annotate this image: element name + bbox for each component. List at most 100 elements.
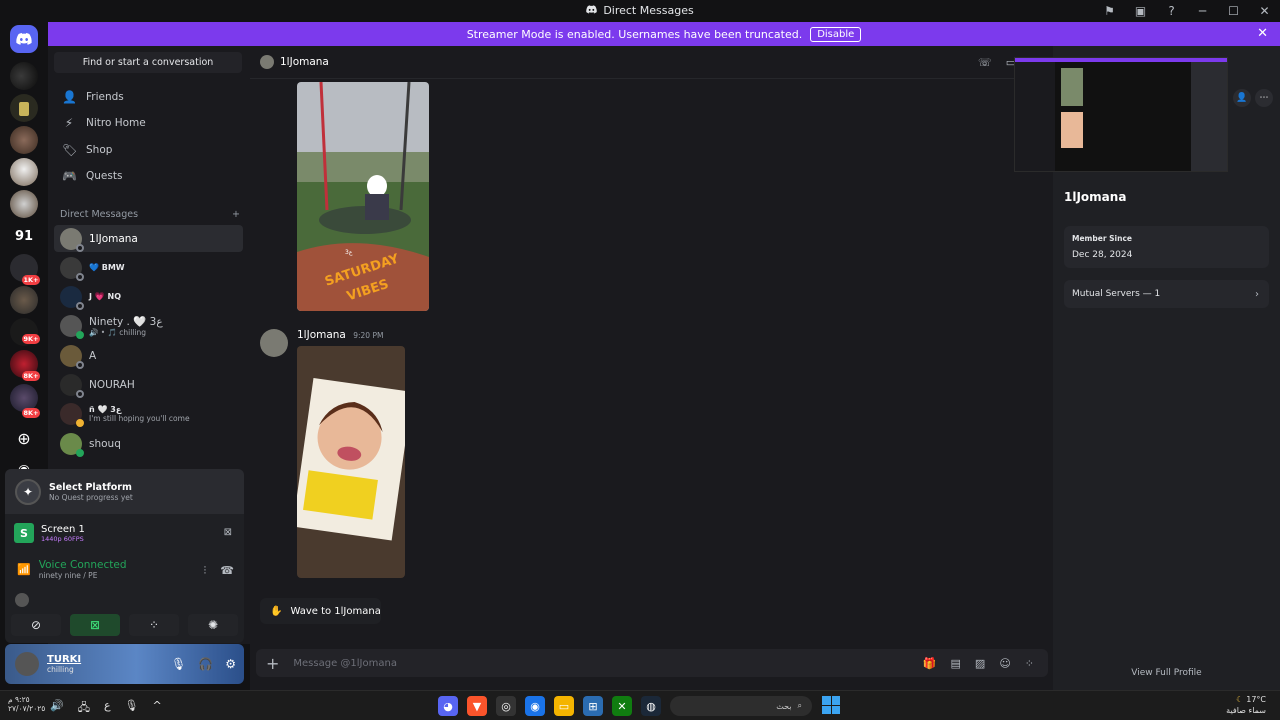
shop-icon: 🏷 xyxy=(62,143,78,157)
create-dm-icon[interactable]: + xyxy=(232,209,240,220)
inbox-icon[interactable]: ▣ xyxy=(1125,4,1156,18)
sticker-icon[interactable]: ▨ xyxy=(975,657,985,670)
windows-start-icon[interactable] xyxy=(822,696,840,714)
discord-taskbar-icon[interactable]: ◕ xyxy=(438,696,458,716)
server-icon[interactable] xyxy=(10,94,38,122)
flag-icon[interactable]: ⚑ xyxy=(1094,4,1125,18)
help-icon[interactable]: ? xyxy=(1156,4,1187,18)
clock-time: ٩:٢٥ م xyxy=(8,695,30,704)
settings-gear-icon[interactable]: ⚙ xyxy=(225,657,236,671)
store-taskbar-icon[interactable]: ⊞ xyxy=(583,696,603,716)
emoji-icon[interactable]: ☺ xyxy=(999,657,1010,670)
server-icon[interactable] xyxy=(10,286,38,314)
avatar[interactable] xyxy=(260,329,288,357)
message-timestamp: 9:20 PM xyxy=(353,331,384,340)
maximize-icon[interactable]: ☐ xyxy=(1218,4,1249,18)
dm-item[interactable]: A xyxy=(54,342,243,369)
disable-button[interactable]: Disable xyxy=(810,26,862,42)
headphones-icon[interactable]: 🎧 xyxy=(198,657,213,671)
minimize-icon[interactable]: ─ xyxy=(1187,4,1218,18)
server-icon[interactable] xyxy=(10,62,38,90)
server-icon-91[interactable]: 91 xyxy=(10,222,38,250)
swing-photo: SATURDAY VIBES ع3 xyxy=(297,82,429,311)
close-banner-icon[interactable]: ✕ xyxy=(1257,26,1268,41)
server-icon[interactable] xyxy=(10,190,38,218)
brave-taskbar-icon[interactable]: ▼ xyxy=(467,696,487,716)
dm-activity: I'm still hoping you'll come xyxy=(89,413,190,423)
status-online-icon xyxy=(76,448,84,457)
dm-item[interactable]: J 💗 NQ xyxy=(54,283,243,310)
stream-preview[interactable]: S Screen 1 1440p 60FPS xyxy=(14,523,85,543)
image-attachment[interactable]: SATURDAY VIBES ع3 xyxy=(297,82,429,311)
dm-item[interactable]: 💙 BMW xyxy=(54,254,243,281)
profile-name: 1lJomana xyxy=(1064,190,1127,204)
avatar xyxy=(60,432,84,457)
app-taskbar-icon[interactable]: ◎ xyxy=(496,696,516,716)
add-server-icon[interactable]: ⊕ xyxy=(10,424,38,452)
weather-widget[interactable]: ☾ 17°C سماء صافية xyxy=(1226,694,1266,716)
dm-item[interactable]: Ninety . 🤍 ع3 🔊 • 🎵 chilling xyxy=(54,312,243,339)
microphone-icon[interactable]: 🎙 xyxy=(171,657,186,671)
window-title: Direct Messages xyxy=(603,4,694,17)
file-explorer-icon[interactable]: ▭ xyxy=(554,696,574,716)
message-author[interactable]: 1lJomana xyxy=(297,329,346,341)
image-attachment[interactable] xyxy=(297,346,405,578)
status-offline-icon xyxy=(76,360,84,369)
nav-quests[interactable]: 🎮 Quests xyxy=(54,164,242,188)
nav-label: Shop xyxy=(86,144,113,156)
dm-activity: 🔊 • 🎵 chilling xyxy=(89,327,146,337)
volume-icon[interactable]: 🔊 xyxy=(50,699,64,718)
home-button[interactable] xyxy=(10,25,38,53)
voice-call-icon[interactable]: ☏ xyxy=(978,56,992,69)
xbox-taskbar-icon[interactable]: ✕ xyxy=(612,696,632,716)
nav-label: Nitro Home xyxy=(86,117,146,129)
stream-preview-thumbnail[interactable] xyxy=(1014,57,1228,172)
weather-temp: 17°C xyxy=(1246,695,1266,704)
avatar[interactable] xyxy=(15,652,39,676)
attach-plus-icon[interactable]: + xyxy=(266,654,279,673)
taskbar-search[interactable]: بحث ⌕ xyxy=(670,696,812,716)
activities-button[interactable]: ⁘ xyxy=(129,614,179,636)
voice-channel: ninety nine / PE xyxy=(38,571,98,580)
voice-status[interactable]: 📶 Voice Connected ninety nine / PE xyxy=(17,559,127,580)
server-icon[interactable] xyxy=(10,126,38,154)
apps-icon[interactable]: ⁘ xyxy=(1025,657,1034,670)
nav-friends[interactable]: 👤 Friends xyxy=(54,85,242,109)
dm-item[interactable]: shouq xyxy=(54,430,243,457)
clock[interactable]: ٩:٢٥ م ٢٧/٠٧/٢٠٢٥ xyxy=(8,695,45,713)
stream-title: Screen 1 xyxy=(41,523,85,535)
chrome-taskbar-icon[interactable]: ◉ xyxy=(525,696,545,716)
username: TURKI xyxy=(47,654,82,665)
message-input[interactable]: Message @1lJomana xyxy=(293,658,397,669)
stop-stream-icon[interactable]: ⊠ xyxy=(224,527,232,538)
dm-item[interactable]: ñ 🤍 ع3 I'm still hoping you'll come xyxy=(54,400,243,427)
nav-nitro-home[interactable]: ⚡ Nitro Home xyxy=(54,111,242,135)
gift-icon[interactable]: 🎁 xyxy=(923,657,937,670)
clock-date: ٢٧/٠٧/٢٠٢٥ xyxy=(8,704,46,713)
microphone-tray-icon[interactable]: 🎙 xyxy=(125,699,139,718)
server-icon[interactable] xyxy=(10,158,38,186)
mutual-servers-button[interactable]: Mutual Servers — 1 › xyxy=(1064,280,1269,308)
network-icon[interactable]: 🖧 xyxy=(78,699,90,718)
steam-taskbar-icon[interactable]: ◍ xyxy=(641,696,661,716)
share-screen-button[interactable]: ⊠ xyxy=(70,614,120,636)
member-since-label: Member Since xyxy=(1072,234,1132,243)
language-indicator[interactable]: ع xyxy=(104,699,111,718)
dm-item[interactable]: NOURAH xyxy=(54,371,243,398)
tray-chevron-up-icon[interactable]: ^ xyxy=(153,699,162,718)
find-conversation-button[interactable]: Find or start a conversation xyxy=(54,52,242,73)
soundboard-button[interactable]: ✺ xyxy=(188,614,238,636)
gif-icon[interactable]: ▤ xyxy=(951,657,961,670)
nav-shop[interactable]: 🏷 Shop xyxy=(54,138,242,162)
camera-off-button[interactable]: ⊘ xyxy=(11,614,61,636)
disconnect-icon[interactable]: ☎ xyxy=(220,564,234,578)
wave-button[interactable]: ✋ Wave to 1lJomana xyxy=(260,598,381,624)
message-composer[interactable]: + Message @1lJomana 🎁 ▤ ▨ ☺ ⁘ xyxy=(256,649,1048,677)
close-window-icon[interactable]: ✕ xyxy=(1249,4,1280,18)
quest-panel[interactable]: ✦ Select Platform No Quest progress yet xyxy=(5,469,244,514)
view-full-profile-link[interactable]: View Full Profile xyxy=(1053,668,1280,678)
dm-item[interactable]: 1lJomana xyxy=(54,225,243,252)
add-friend-icon[interactable]: 👤 xyxy=(1233,89,1251,107)
noise-suppression-icon[interactable]: ⫶ xyxy=(204,564,207,578)
more-options-icon[interactable]: ⋯ xyxy=(1255,89,1273,107)
